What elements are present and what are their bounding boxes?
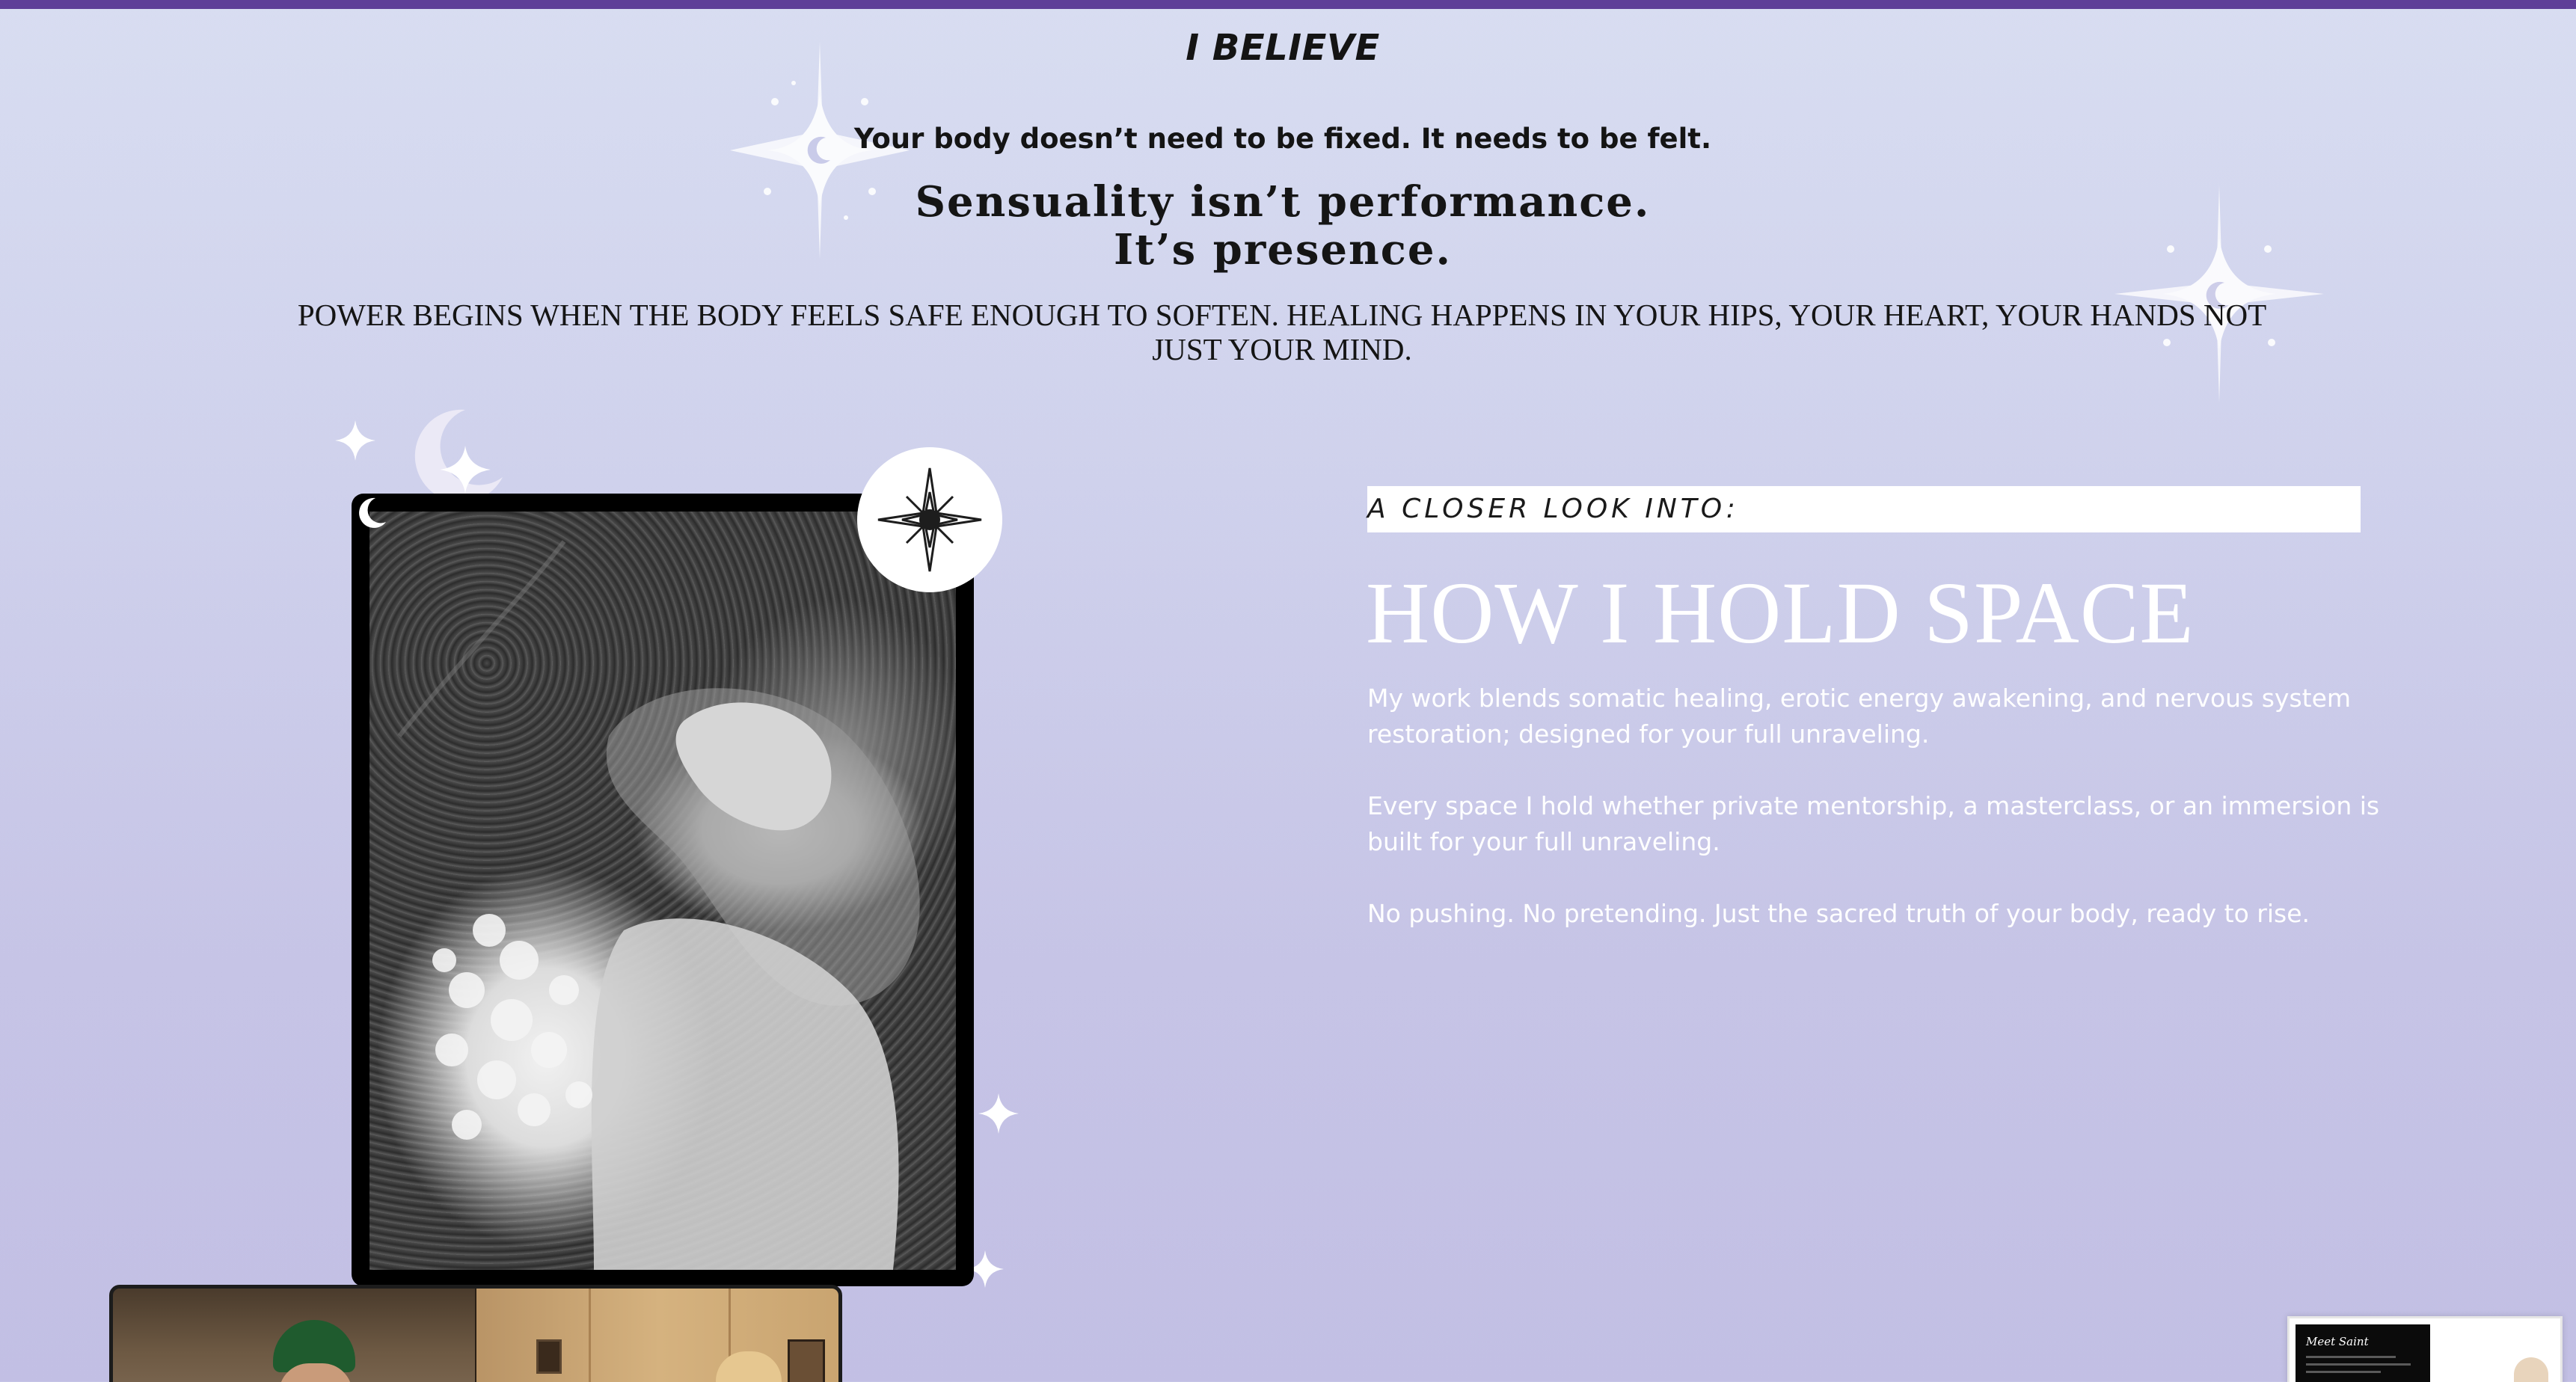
compass-star-icon	[877, 467, 982, 572]
sparkle-icon	[335, 420, 375, 461]
preview-text-line	[2306, 1356, 2396, 1358]
background-door	[589, 1289, 731, 1382]
believe-statement: Your body doesn’t need to be fixed. It n…	[853, 123, 1712, 155]
power-statement: POWER BEGINS WHEN THE BODY FEELS SAFE EN…	[297, 298, 2267, 366]
video-participant-2[interactable]	[476, 1289, 838, 1382]
approach-paragraph-1: My work blends somatic healing, erotic e…	[1367, 684, 2352, 749]
preview-title: Meet Saint	[2306, 1335, 2369, 1348]
sparkle-icon	[978, 1093, 1019, 1134]
closer-look-label: A CLOSER LOOK INTO:	[1367, 494, 1739, 524]
top-accent-bar	[0, 0, 2576, 9]
moon-icon	[414, 409, 503, 503]
compass-badge	[857, 447, 1002, 592]
approach-paragraph-2: Every space I hold whether private mento…	[1367, 791, 2380, 856]
preview-portrait	[2514, 1357, 2548, 1382]
approach-paragraph-3: No pushing. No pretending. Just the sacr…	[1367, 899, 2310, 928]
headline-line-2: It’s presence.	[1114, 225, 1452, 274]
wall-frame	[536, 1339, 562, 1374]
preview-text-line	[2306, 1363, 2411, 1366]
portrait-photo-frame	[352, 494, 974, 1286]
wall-frame	[788, 1339, 825, 1382]
video-call-overlay[interactable]	[109, 1285, 842, 1382]
portrait-photo	[369, 512, 956, 1270]
hold-space-title: HOW I HOLD SPACE	[1366, 564, 2195, 662]
preview-text-line	[2306, 1371, 2381, 1373]
moon-icon	[359, 497, 386, 528]
headline-line-1: Sensuality isn’t performance.	[915, 177, 1651, 227]
video-participant-1[interactable]	[113, 1289, 475, 1382]
headline: Sensuality isn’t performance. It’s prese…	[0, 178, 2566, 274]
page-preview-thumbnail[interactable]: Meet Saint	[2287, 1316, 2563, 1382]
believe-title: I BELIEVE	[1186, 27, 1380, 69]
preview-dark-panel: Meet Saint	[2296, 1324, 2430, 1382]
